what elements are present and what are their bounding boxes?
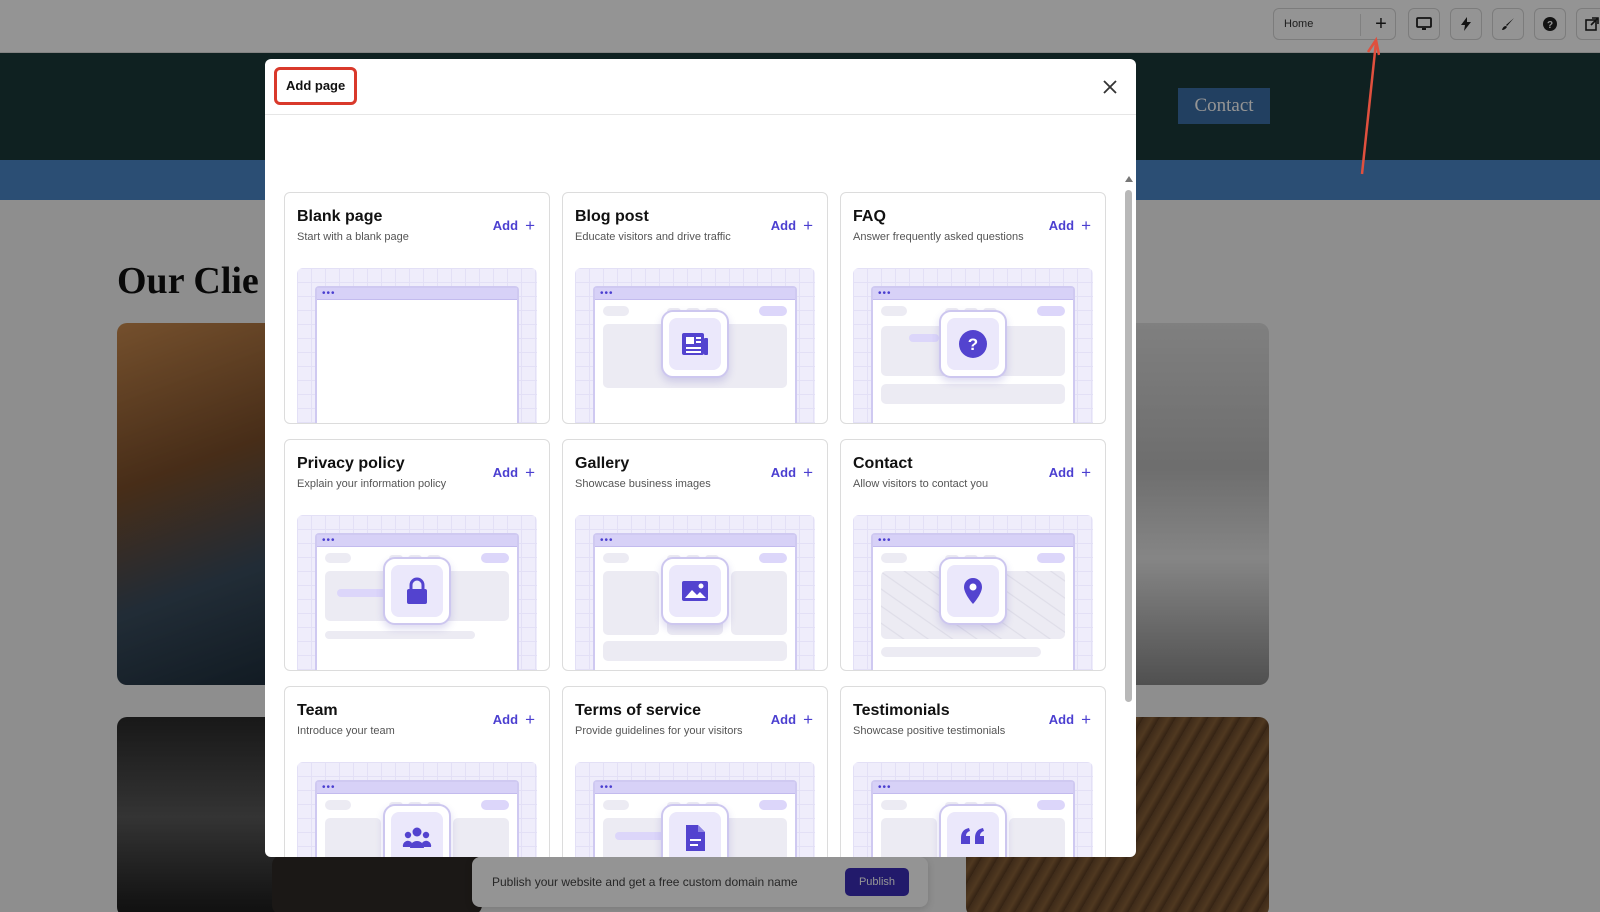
card-description: Provide guidelines for your visitors xyxy=(575,725,743,737)
lock-icon xyxy=(383,557,451,625)
quote-icon xyxy=(939,804,1007,857)
window-dots-icon: ••• xyxy=(322,288,336,299)
add-label: Add xyxy=(770,712,797,727)
add-label: Add xyxy=(1048,218,1075,233)
template-card-privacy-policy[interactable]: Privacy policy Explain your information … xyxy=(284,439,550,671)
template-card-blank-page[interactable]: Blank page Start with a blank page Add + … xyxy=(284,192,550,424)
template-card-faq[interactable]: FAQ Answer frequently asked questions Ad… xyxy=(840,192,1106,424)
window-dots-icon: ••• xyxy=(878,782,892,793)
plus-icon: + xyxy=(525,463,535,482)
dialog-header: Add page xyxy=(265,59,1136,115)
dialog-body: Blank page Start with a blank page Add + … xyxy=(265,116,1136,857)
plus-icon: + xyxy=(1081,216,1091,235)
template-preview: ••• xyxy=(297,515,537,670)
card-title: Testimonials xyxy=(853,702,950,719)
plus-icon: + xyxy=(1081,710,1091,729)
window-dots-icon: ••• xyxy=(322,535,336,546)
card-description: Explain your information policy xyxy=(297,478,447,490)
plus-icon: + xyxy=(803,710,813,729)
card-title: Blank page xyxy=(297,208,383,225)
add-button[interactable]: Add + xyxy=(493,463,535,483)
add-label: Add xyxy=(492,465,519,480)
template-preview: ••• xyxy=(575,515,815,670)
card-title: Terms of service xyxy=(575,702,701,719)
card-title: FAQ xyxy=(853,208,886,225)
add-label: Add xyxy=(492,218,519,233)
card-description: Answer frequently asked questions xyxy=(853,231,1024,243)
users-icon xyxy=(383,804,451,857)
template-card-blog-post[interactable]: Blog post Educate visitors and drive tra… xyxy=(562,192,828,424)
window-dots-icon: ••• xyxy=(600,535,614,546)
add-label: Add xyxy=(492,712,519,727)
scroll-up-icon[interactable] xyxy=(1125,176,1133,182)
image-icon xyxy=(661,557,729,625)
window-dots-icon: ••• xyxy=(600,782,614,793)
plus-icon: + xyxy=(803,463,813,482)
card-title: Contact xyxy=(853,455,913,472)
template-preview: ••• xyxy=(853,515,1093,670)
add-button[interactable]: Add + xyxy=(771,463,813,483)
card-description: Educate visitors and drive traffic xyxy=(575,231,731,243)
template-card-terms-of-service[interactable]: Terms of service Provide guidelines for … xyxy=(562,686,828,857)
add-button[interactable]: Add + xyxy=(1049,463,1091,483)
question-icon: ? xyxy=(939,310,1007,378)
card-title: Blog post xyxy=(575,208,649,225)
card-description: Allow visitors to contact you xyxy=(853,478,989,490)
window-dots-icon: ••• xyxy=(322,782,336,793)
card-description: Showcase positive testimonials xyxy=(853,725,1006,737)
document-icon xyxy=(661,804,729,857)
card-description: Start with a blank page xyxy=(297,231,409,243)
window-dots-icon: ••• xyxy=(600,288,614,299)
close-icon xyxy=(1103,80,1117,94)
window-dots-icon: ••• xyxy=(878,288,892,299)
add-page-dialog: Add page Blank page Start with a blank p… xyxy=(265,59,1136,857)
location-pin-icon xyxy=(939,557,1007,625)
add-button[interactable]: Add + xyxy=(493,710,535,730)
add-button[interactable]: Add + xyxy=(771,710,813,730)
svg-text:?: ? xyxy=(968,335,978,354)
template-card-contact[interactable]: Contact Allow visitors to contact you Ad… xyxy=(840,439,1106,671)
card-description: Showcase business images xyxy=(575,478,711,490)
browser-mockup: ••• xyxy=(315,286,519,423)
add-button[interactable]: Add + xyxy=(1049,710,1091,730)
scrollbar-thumb[interactable] xyxy=(1125,190,1132,702)
template-preview: ••• xyxy=(297,268,537,423)
newspaper-icon xyxy=(661,310,729,378)
card-title: Privacy policy xyxy=(297,455,405,472)
window-dots-icon: ••• xyxy=(878,535,892,546)
add-label: Add xyxy=(770,465,797,480)
add-button[interactable]: Add + xyxy=(771,216,813,236)
card-description: Introduce your team xyxy=(297,725,395,737)
template-card-gallery[interactable]: Gallery Showcase business images Add + ••… xyxy=(562,439,828,671)
card-title: Gallery xyxy=(575,455,630,472)
card-title: Team xyxy=(297,702,338,719)
annotation-arrow xyxy=(1360,36,1380,175)
template-preview: ••• xyxy=(575,762,815,857)
template-preview: ••• xyxy=(297,762,537,857)
plus-icon: + xyxy=(803,216,813,235)
add-label: Add xyxy=(1048,712,1075,727)
add-button[interactable]: Add + xyxy=(1049,216,1091,236)
template-card-team[interactable]: Team Introduce your team Add + ••• xyxy=(284,686,550,857)
add-button[interactable]: Add + xyxy=(493,216,535,236)
add-label: Add xyxy=(770,218,797,233)
template-preview: ••• xyxy=(575,268,815,423)
template-preview: ••• xyxy=(853,762,1093,857)
dialog-title: Add page xyxy=(274,67,358,105)
dialog-scrollbar[interactable] xyxy=(1124,176,1134,857)
plus-icon: + xyxy=(1081,463,1091,482)
plus-icon: + xyxy=(525,710,535,729)
close-button[interactable] xyxy=(1099,76,1121,98)
template-card-testimonials[interactable]: Testimonials Showcase positive testimoni… xyxy=(840,686,1106,857)
template-preview: ••• ? xyxy=(853,268,1093,423)
add-label: Add xyxy=(1048,465,1075,480)
plus-icon: + xyxy=(525,216,535,235)
